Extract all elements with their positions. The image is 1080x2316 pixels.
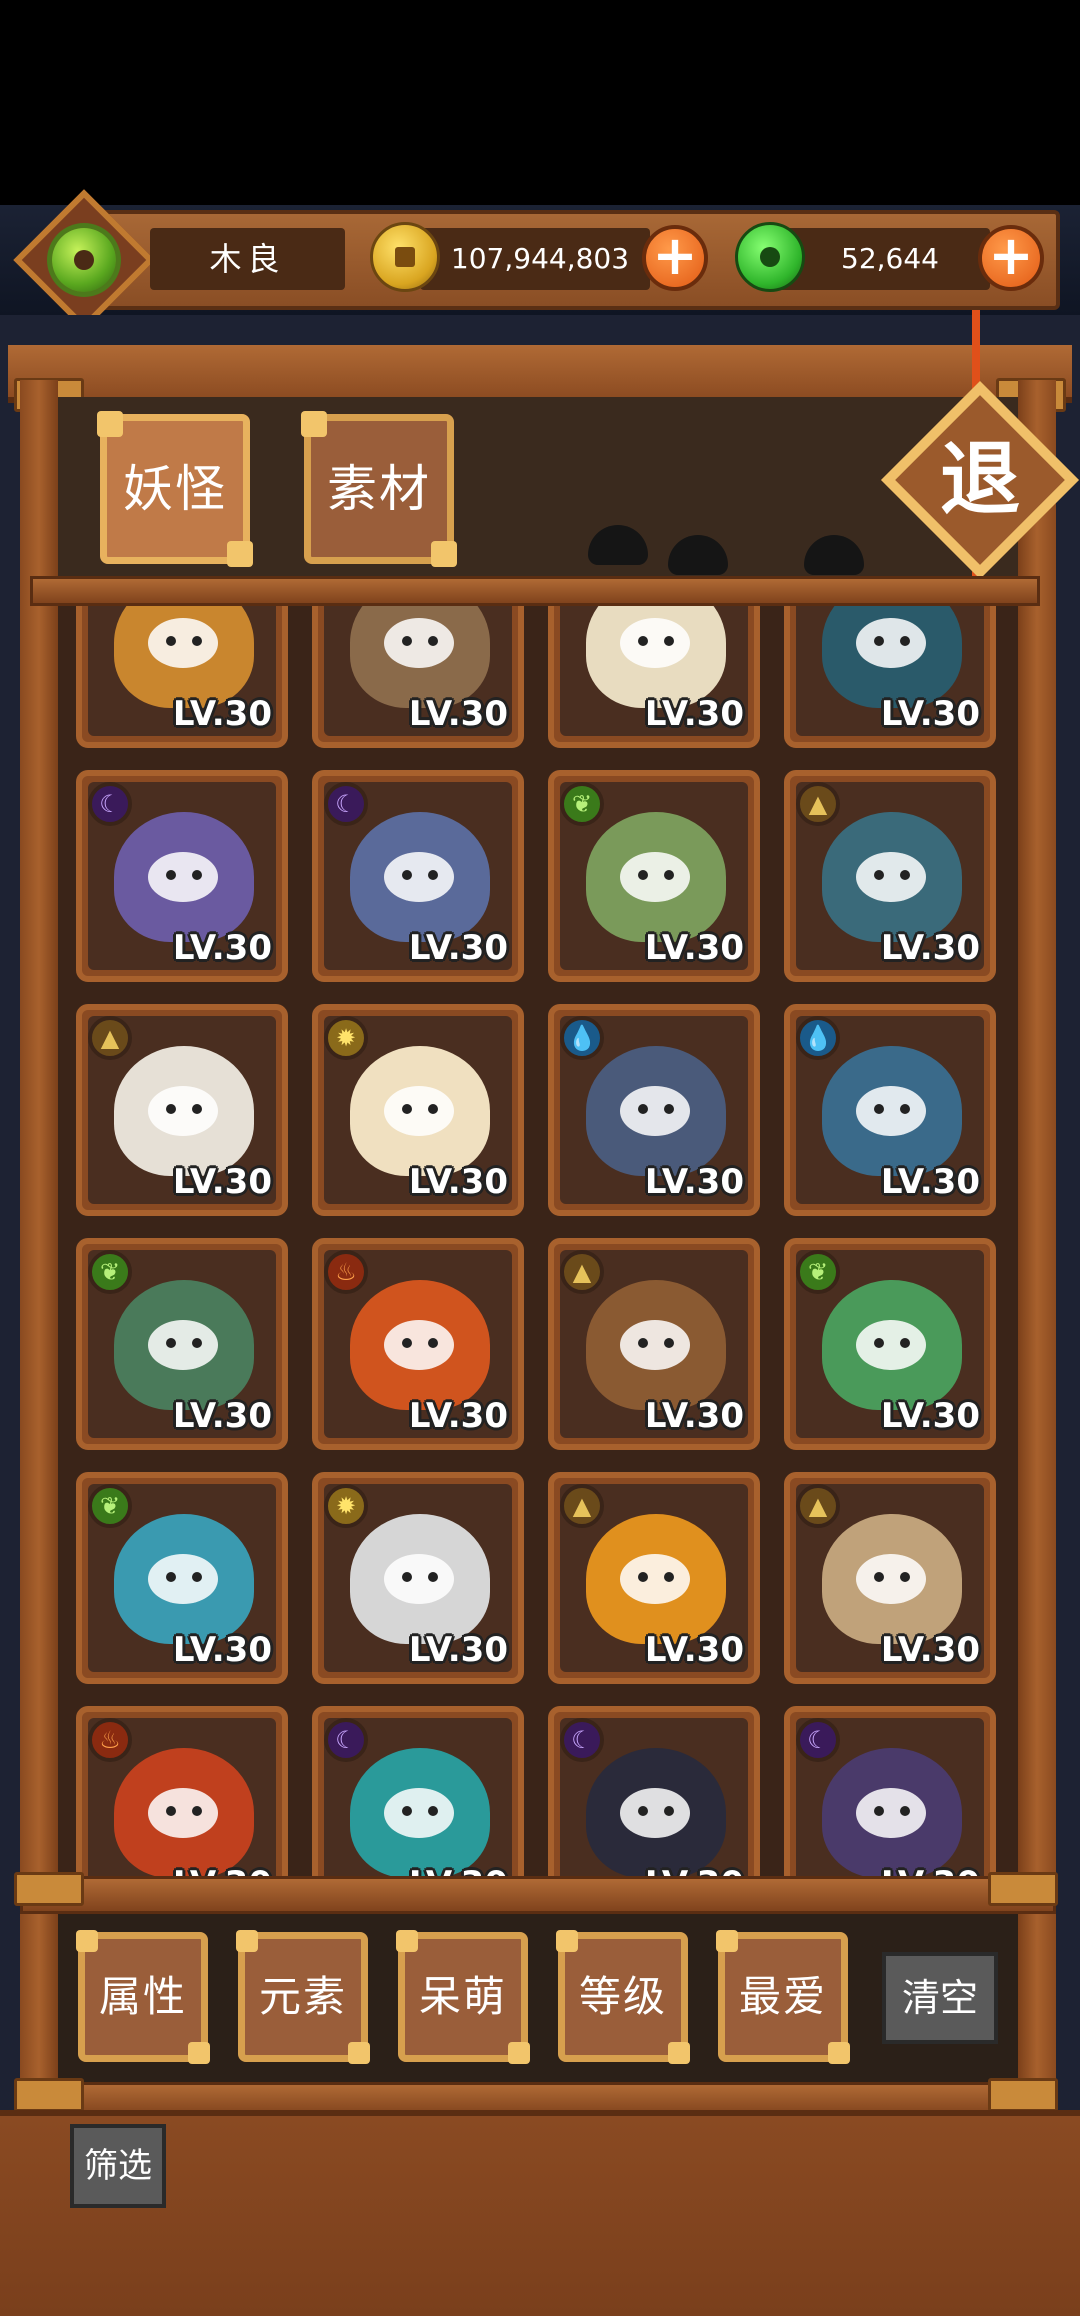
earth-element-icon: ▲	[796, 782, 840, 826]
yokai-card[interactable]: LV.30	[548, 606, 760, 748]
yokai-card[interactable]: ▲ LV.30	[784, 770, 996, 982]
yokai-card[interactable]: ☾ LV.30	[784, 1706, 996, 1876]
gold-amount: 107,944,803	[450, 242, 630, 275]
yokai-grid[interactable]: LV.30 LV.30 LV.30 LV.30 ☾ LV.30 ☾ LV.30 ❦ LV.30 ▲ L…	[58, 606, 1018, 1876]
level-label: LV.30	[644, 1396, 744, 1436]
jade-token-icon	[52, 228, 116, 292]
level-label: LV.30	[880, 1630, 980, 1670]
wood-element-icon: ❦	[88, 1484, 132, 1528]
filter-attribute-button[interactable]: 属性	[76, 1930, 210, 2064]
yokai-card[interactable]: ☾ LV.30	[548, 1706, 760, 1876]
yokai-card[interactable]: ♨ LV.30	[76, 1706, 288, 1876]
player-avatar[interactable]	[13, 189, 155, 331]
level-label: LV.30	[408, 694, 508, 734]
level-label: LV.30	[881, 1864, 980, 1876]
yokai-card[interactable]: LV.30	[312, 606, 524, 748]
gold-coin-icon	[370, 222, 440, 292]
add-gold-button[interactable]: +	[642, 225, 708, 291]
level-label: LV.30	[172, 694, 272, 734]
light-element-icon: ✹	[324, 1016, 368, 1060]
yokai-card[interactable]: ▲ LV.30	[548, 1238, 760, 1450]
earth-element-icon: ▲	[560, 1484, 604, 1528]
jade-coin-icon	[735, 222, 805, 292]
yokai-card[interactable]: ▲ LV.30	[548, 1472, 760, 1684]
light-element-icon: ✹	[324, 1484, 368, 1528]
yokai-card[interactable]: ☾ LV.30	[312, 1706, 524, 1876]
level-label: LV.30	[644, 694, 744, 734]
level-label: LV.30	[172, 1162, 272, 1202]
tab-yokai[interactable]: 妖怪	[97, 411, 253, 567]
bracket	[14, 2078, 84, 2112]
shelf-rail	[20, 1876, 1056, 1914]
jade-amount: 52,644	[841, 242, 939, 275]
earth-element-icon: ▲	[796, 1484, 840, 1528]
level-label: LV.30	[644, 928, 744, 968]
dark-element-icon: ☾	[560, 1718, 604, 1762]
wood-element-icon: ❦	[560, 782, 604, 826]
filter-favorite-button[interactable]: 最爱	[716, 1930, 850, 2064]
yokai-card[interactable]: LV.30	[784, 606, 996, 748]
wood-element-icon: ❦	[796, 1250, 840, 1294]
player-name: 木良	[209, 240, 286, 278]
earth-element-icon: ▲	[560, 1250, 604, 1294]
yokai-card[interactable]: ✹ LV.30	[312, 1004, 524, 1216]
yokai-card[interactable]: ❦ LV.30	[76, 1472, 288, 1684]
bracket	[988, 2078, 1058, 2112]
level-label: LV.30	[880, 928, 980, 968]
yokai-card[interactable]: ☾ LV.30	[76, 770, 288, 982]
screen-filter-button[interactable]: 筛选	[70, 2124, 166, 2208]
level-label: LV.30	[173, 1864, 272, 1876]
clear-filter-button[interactable]: 清空	[882, 1952, 998, 2044]
level-label: LV.30	[172, 1396, 272, 1436]
yokai-card[interactable]: ✹ LV.30	[312, 1472, 524, 1684]
water-element-icon: 💧	[560, 1016, 604, 1060]
level-label: LV.30	[880, 1396, 980, 1436]
level-label: LV.30	[408, 1162, 508, 1202]
bracket	[14, 1872, 84, 1906]
cabinet-right-post	[1018, 380, 1056, 2100]
yokai-card[interactable]: 💧 LV.30	[548, 1004, 760, 1216]
water-element-icon: 💧	[796, 1016, 840, 1060]
level-label: LV.30	[644, 1630, 744, 1670]
yokai-card[interactable]: ❦ LV.30	[784, 1238, 996, 1450]
yokai-card[interactable]: ▲ LV.30	[784, 1472, 996, 1684]
earth-element-icon: ▲	[88, 1016, 132, 1060]
yokai-card[interactable]: 💧 LV.30	[784, 1004, 996, 1216]
level-label: LV.30	[880, 1162, 980, 1202]
wood-element-icon: ❦	[88, 1250, 132, 1294]
fire-element-icon: ♨	[324, 1250, 368, 1294]
level-label: LV.30	[880, 694, 980, 734]
level-label: LV.30	[408, 928, 508, 968]
bracket	[988, 1872, 1058, 1906]
level-label: LV.30	[408, 1630, 508, 1670]
level-label: LV.30	[645, 1864, 744, 1876]
level-label: LV.30	[172, 928, 272, 968]
yokai-card[interactable]: ❦ LV.30	[76, 1238, 288, 1450]
tab-materials[interactable]: 素材	[301, 411, 457, 567]
add-jade-button[interactable]: +	[978, 225, 1044, 291]
yokai-card[interactable]: ❦ LV.30	[548, 770, 760, 982]
fire-element-icon: ♨	[88, 1718, 132, 1762]
dark-element-icon: ☾	[324, 1718, 368, 1762]
yokai-card[interactable]: ♨ LV.30	[312, 1238, 524, 1450]
yokai-card[interactable]: ☾ LV.30	[312, 770, 524, 982]
exit-label: 退	[940, 433, 1020, 526]
level-label: LV.30	[409, 1864, 508, 1876]
dark-element-icon: ☾	[324, 782, 368, 826]
dark-element-icon: ☾	[88, 782, 132, 826]
level-label: LV.30	[644, 1162, 744, 1202]
cabinet-left-post	[20, 380, 58, 2100]
filter-level-button[interactable]: 等级	[556, 1930, 690, 2064]
dark-element-icon: ☾	[796, 1718, 840, 1762]
level-label: LV.30	[408, 1396, 508, 1436]
yokai-card[interactable]: ▲ LV.30	[76, 1004, 288, 1216]
shelf-rail	[30, 576, 1040, 606]
exit-button[interactable]: 退	[881, 310, 1079, 630]
filter-cute-button[interactable]: 呆萌	[396, 1930, 530, 2064]
filter-element-button[interactable]: 元素	[236, 1930, 370, 2064]
level-label: LV.30	[172, 1630, 272, 1670]
yokai-grid-inner: LV.30 LV.30 LV.30 LV.30 ☾ LV.30 ☾ LV.30 ❦ LV.30 ▲ L…	[76, 606, 1016, 1876]
yokai-card[interactable]: LV.30	[76, 606, 288, 748]
